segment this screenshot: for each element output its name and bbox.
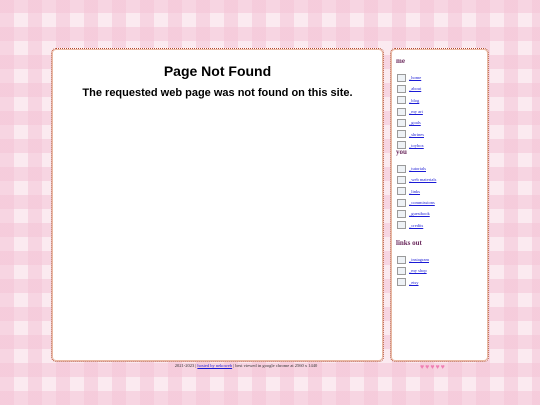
broken-image-icon (397, 266, 406, 275)
page-title: Page Not Found (163, 63, 272, 79)
footer: 2021-2023 | hosted by nekoweb | best vie… (51, 363, 441, 368)
broken-image-icon (397, 96, 406, 105)
sidebar-item-about: _about (397, 83, 424, 94)
sidebar-item-etsy: _etsy (397, 277, 429, 288)
sidebar-link-shrines[interactable]: _shrines (409, 132, 424, 137)
heart-icon: ♥ (440, 363, 445, 371)
sidebar-link-blog[interactable]: _blog (409, 98, 419, 103)
broken-image-icon (397, 164, 406, 173)
broken-image-icon (397, 107, 406, 116)
sidebar-link-goals[interactable]: _goals (409, 120, 421, 125)
sidebar-list-links-out: _instagram _my shop _etsy (397, 254, 429, 288)
footer-note: | best viewed in google chrome at 2560 x… (233, 363, 318, 368)
sidebar-list-you: _tutorials _web materials _links _commis… (397, 163, 436, 231)
sidebar-item-links: _links (397, 186, 436, 197)
sidebar-link-my-art[interactable]: _my art (409, 109, 423, 114)
footer-host-link[interactable]: hosted by nekoweb (197, 363, 232, 368)
broken-image-icon (397, 278, 406, 287)
sidebar-link-credits[interactable]: _credits (409, 223, 423, 228)
sidebar-link-toybox[interactable]: _toybox (409, 143, 424, 148)
sidebar-link-commissions[interactable]: _commissions (409, 200, 435, 205)
sidebar-link-home[interactable]: _home (409, 75, 421, 80)
sidebar-link-about[interactable]: _about (409, 86, 421, 91)
sidebar-link-tutorials[interactable]: _tutorials (409, 166, 426, 171)
heart-decoration: ♥ ♥ ♥ ♥ ♥ (420, 364, 445, 371)
broken-image-icon (397, 73, 406, 82)
sidebar-item-home: _home (397, 72, 424, 83)
broken-image-icon (397, 255, 406, 264)
heart-icon: ♥ (430, 363, 435, 371)
sidebar-item-guestbook: _guestbook (397, 208, 436, 219)
sidebar-panel: me _home _about _blog _my art _goals _sh… (390, 48, 489, 362)
broken-image-icon (397, 130, 406, 139)
sidebar-item-commissions: _commissions (397, 197, 436, 208)
sidebar-item-blog: _blog (397, 95, 424, 106)
sidebar-link-links[interactable]: _links (409, 189, 420, 194)
sidebar-item-my-art: _my art (397, 106, 424, 117)
sidebar-link-etsy[interactable]: _etsy (409, 280, 419, 285)
broken-image-icon (397, 84, 406, 93)
broken-image-icon (397, 209, 406, 218)
sidebar-link-web-materials[interactable]: _web materials (409, 177, 436, 182)
broken-image-icon (397, 175, 406, 184)
sidebar-heading-links-out: links out (396, 239, 422, 247)
broken-image-icon (397, 187, 406, 196)
sidebar-link-instagram[interactable]: _instagram (409, 257, 429, 262)
sidebar-link-my-shop[interactable]: _my shop (409, 268, 427, 273)
sidebar-item-my-shop: _my shop (397, 265, 429, 276)
sidebar-list-me: _home _about _blog _my art _goals _shrin… (397, 72, 424, 151)
sidebar-item-shrines: _shrines (397, 128, 424, 139)
heart-icon: ♥ (435, 363, 440, 371)
heart-icon: ♥ (420, 363, 425, 371)
sidebar-item-goals: _goals (397, 117, 424, 128)
broken-image-icon (397, 198, 406, 207)
main-content-panel: Page Not Found The requested web page wa… (51, 48, 384, 362)
sidebar-item-web-materials: _web materials (397, 174, 436, 185)
error-message: The requested web page was not found on … (82, 87, 353, 99)
sidebar-item-credits: _credits (397, 219, 436, 230)
sidebar-heading-you: you (396, 148, 407, 156)
footer-copyright: 2021-2023 | (174, 363, 197, 368)
broken-image-icon (397, 118, 406, 127)
heart-icon: ♥ (425, 363, 430, 371)
sidebar-heading-me: me (396, 57, 405, 65)
broken-image-icon (397, 221, 406, 230)
sidebar-item-instagram: _instagram (397, 254, 429, 265)
sidebar-item-tutorials: _tutorials (397, 163, 436, 174)
sidebar-link-guestbook[interactable]: _guestbook (409, 211, 430, 216)
